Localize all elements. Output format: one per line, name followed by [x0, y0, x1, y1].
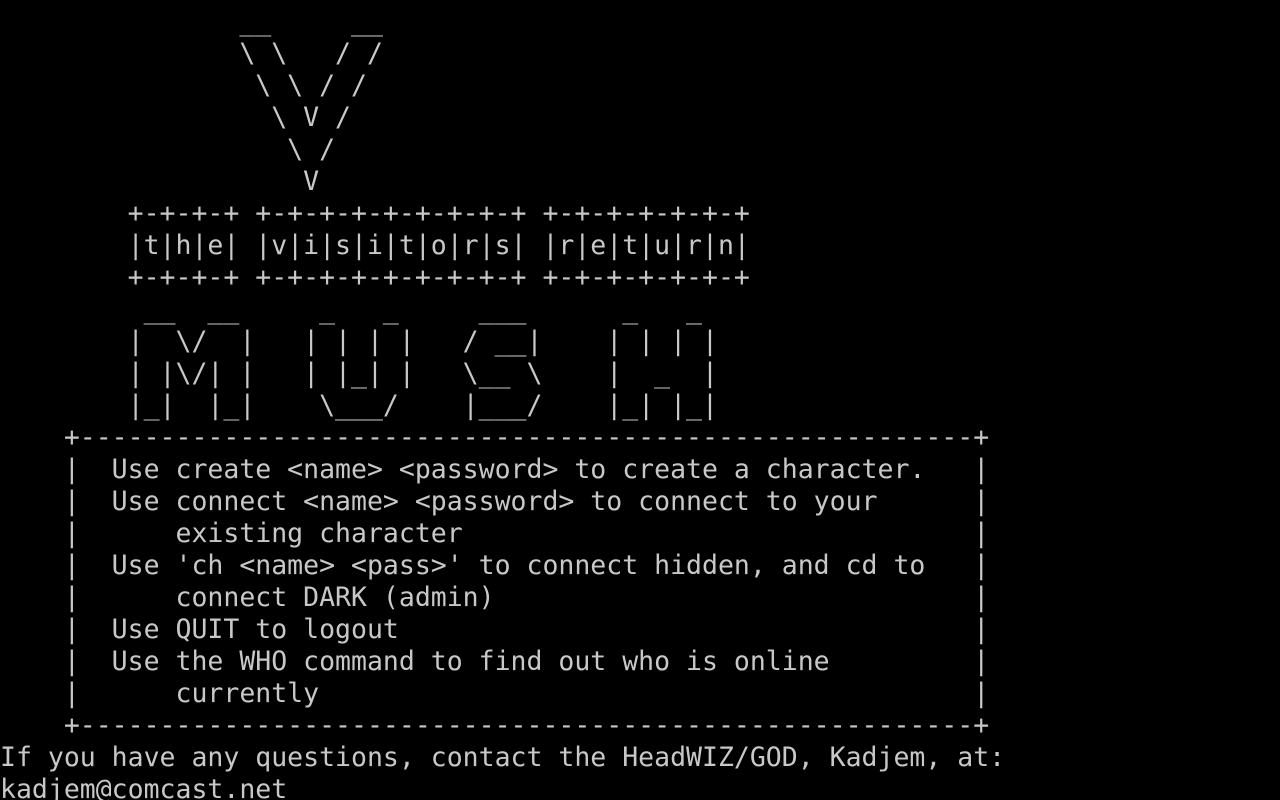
- logo-mush-line-2: | \/ | | | | | / __| | | | |: [0, 326, 718, 357]
- logo-mush-line-4: |_| |_| \___/ |___/ |_| |_|: [0, 390, 718, 421]
- logo-mush-line-1: __ __ _ _ ___ _ _: [0, 294, 702, 325]
- help-connect-line: | Use connect <name> <password> to conne…: [0, 486, 990, 517]
- help-box-top: +---------------------------------------…: [0, 422, 990, 453]
- logo-v-line-5: \ /: [0, 134, 336, 165]
- help-box-bottom: +---------------------------------------…: [0, 710, 990, 741]
- banner-border-top: +-+-+-+ +-+-+-+-+-+-+-+-+ +-+-+-+-+-+-+: [0, 198, 750, 229]
- contact-email: kadjem@comcast.net: [0, 774, 288, 800]
- help-create-line: | Use create <name> <password> to create…: [0, 454, 990, 485]
- help-who-line-cont: | currently |: [0, 678, 990, 709]
- logo-v-line-1: __ __: [0, 6, 383, 37]
- logo-v-line-6: V: [0, 166, 320, 197]
- logo-mush-line-3: | |\/| | | |_| | \__ \ | _ |: [0, 358, 718, 389]
- help-hidden-line-cont: | connect DARK (admin) |: [0, 582, 990, 613]
- help-hidden-line: | Use 'ch <name> <pass>' to connect hidd…: [0, 550, 990, 581]
- help-connect-line-cont: | existing character |: [0, 518, 990, 549]
- logo-v-line-3: \ \ / /: [0, 70, 367, 101]
- banner-border-bottom: +-+-+-+ +-+-+-+-+-+-+-+-+ +-+-+-+-+-+-+: [0, 262, 750, 293]
- logo-v-line-4: \ V /: [0, 102, 351, 133]
- help-who-line: | Use the WHO command to find out who is…: [0, 646, 990, 677]
- terminal-screen[interactable]: __ __ \ \ / / \ \ / / \ V / \ / V +-+-+-…: [0, 6, 1280, 800]
- banner-title: |t|h|e| |v|i|s|i|t|o|r|s| |r|e|t|u|r|n|: [0, 230, 750, 261]
- logo-v-line-2: \ \ / /: [0, 38, 383, 69]
- contact-line: If you have any questions, contact the H…: [0, 742, 1006, 773]
- help-quit-line: | Use QUIT to logout |: [0, 614, 990, 645]
